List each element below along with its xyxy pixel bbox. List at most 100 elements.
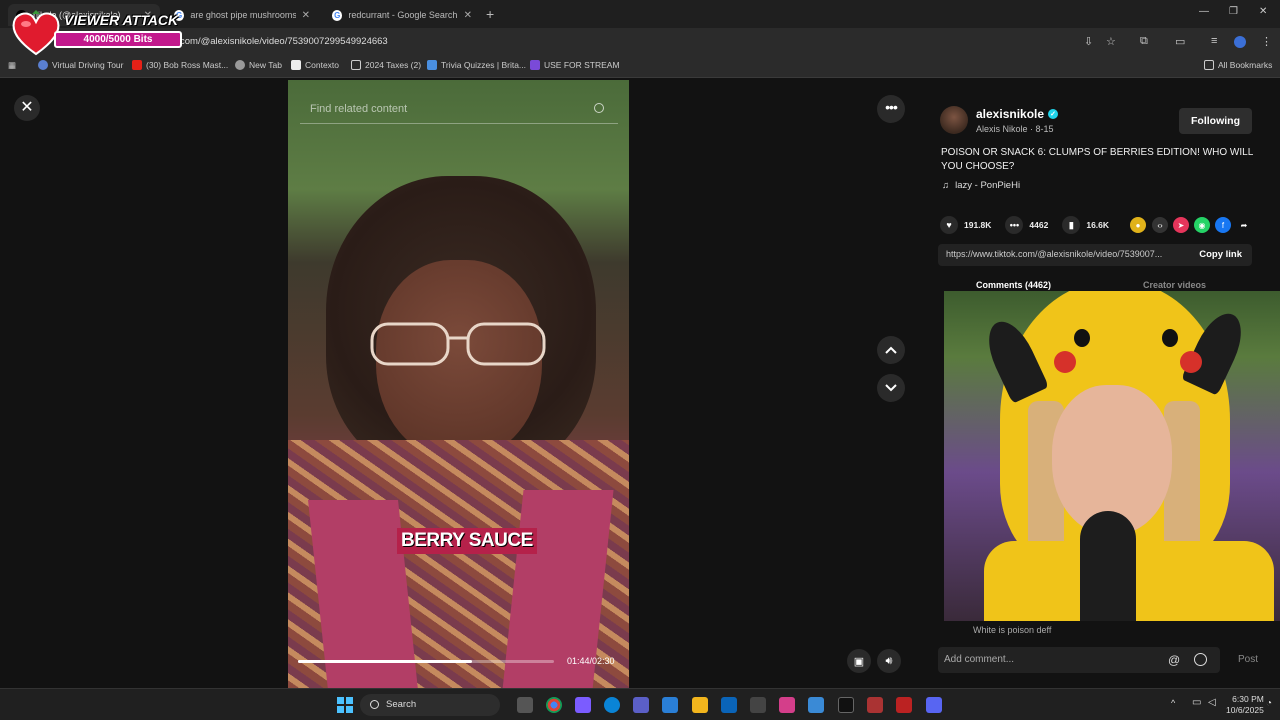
engagement-row: ♥ 191.8K ••• 4462 ▮ 16.6K (940, 216, 1123, 234)
comment-text: White is poison deff (973, 625, 1052, 635)
notification-bell-icon[interactable]: ◔ (1266, 698, 1272, 709)
globe-icon (38, 60, 48, 70)
outlook-icon[interactable] (721, 697, 737, 713)
volume-button[interactable]: 🔊︎ (877, 649, 901, 673)
clock[interactable]: 6:30 PM 10/6/2025 (1226, 694, 1264, 716)
bookmark-virtual-driving[interactable]: Virtual Driving Tour (38, 60, 124, 70)
search-icon[interactable] (594, 103, 604, 113)
copilot-icon[interactable] (575, 697, 591, 713)
close-tab-icon[interactable]: ✕ (464, 10, 472, 21)
network-icon[interactable]: ▭ (1192, 697, 1201, 708)
contexto-icon (291, 60, 301, 70)
bookmark-new-tab[interactable]: New Tab (235, 60, 282, 70)
copy-link-button[interactable]: Copy link (1199, 249, 1242, 260)
clock-date: 10/6/2025 (1226, 705, 1264, 715)
tab-creator-videos[interactable]: Creator videos (1143, 280, 1206, 290)
music-title: lazy - PonPieHi (955, 180, 1021, 191)
more-options-button[interactable]: ••• (877, 95, 905, 123)
glasses-shape (370, 322, 546, 366)
teams-icon[interactable] (633, 697, 649, 713)
video-progress-bar[interactable] (298, 660, 554, 663)
mention-icon[interactable]: @ (1168, 653, 1180, 667)
coin-share-icon[interactable]: ● (1130, 217, 1146, 233)
facebook-icon[interactable]: f (1215, 217, 1231, 233)
cast-icon[interactable]: ▭ (1175, 35, 1185, 48)
bookmark-label: All Bookmarks (1218, 60, 1273, 70)
profile-avatar-icon[interactable] (1234, 36, 1246, 48)
restore-icon[interactable]: ❐ (1229, 6, 1238, 17)
photos-icon[interactable] (662, 697, 678, 713)
comment-composer: Add comment... @ Post (938, 647, 1268, 673)
video-link-box: https://www.tiktok.com/@alexisnikole/vid… (938, 244, 1252, 266)
post-comment-button[interactable]: Post (1238, 654, 1258, 665)
previous-video-button[interactable] (877, 336, 905, 364)
app-icon[interactable] (896, 697, 912, 713)
search-icon (370, 700, 379, 709)
media-icon[interactable]: ≡ (1211, 35, 1217, 47)
app-icon[interactable] (779, 697, 795, 713)
file-explorer-icon[interactable] (692, 697, 708, 713)
trivia-icon (427, 60, 437, 70)
like-button[interactable]: ♥ 191.8K (940, 216, 991, 234)
folder-icon (1204, 60, 1214, 70)
all-bookmarks[interactable]: All Bookmarks (1204, 60, 1272, 70)
bookmark-bob-ross[interactable]: (30) Bob Ross Mast... (132, 60, 228, 70)
bookmark-trivia[interactable]: Trivia Quizzes | Brita... (427, 60, 526, 70)
edge-icon[interactable] (604, 697, 620, 713)
video-link-text[interactable]: https://www.tiktok.com/@alexisnikole/vid… (946, 249, 1186, 259)
bookmark-star-icon[interactable]: ☆ (1106, 35, 1116, 48)
bookmark-label: Contexto (305, 60, 340, 70)
taskbar-search[interactable]: Search (360, 694, 500, 716)
tab-redcurrant[interactable]: G redcurrant - Google Search ✕ (324, 4, 480, 26)
video-player[interactable]: Find related content BERRY SAUCE 01:44/0… (288, 80, 629, 688)
extensions-icon[interactable]: ⧉ (1140, 35, 1148, 48)
video-caption: BERRY SAUCE (397, 528, 537, 554)
menu-kebab-icon[interactable]: ⋮ (1261, 35, 1272, 48)
comment-button[interactable]: ••• 4462 (1005, 216, 1048, 234)
task-view-icon[interactable] (517, 697, 533, 713)
windows-start-icon[interactable] (337, 697, 353, 713)
music-row[interactable]: ♫ lazy - PonPieHi (942, 180, 1020, 191)
following-button[interactable]: Following (1179, 108, 1252, 134)
discord-icon[interactable] (926, 697, 942, 713)
save-button[interactable]: ▮ 16.6K (1062, 216, 1109, 234)
apps-grid-icon[interactable]: ▦ (8, 60, 16, 71)
close-window-icon[interactable]: ✕ (1259, 6, 1267, 17)
obs-icon[interactable] (867, 697, 883, 713)
comment-count: 4462 (1029, 220, 1049, 230)
app-icon[interactable] (808, 697, 824, 713)
volume-tray-icon[interactable]: ◁ (1208, 697, 1216, 708)
windows-taskbar: Search ^ ▭ ◁ 6:30 PM 10/6/2025 ◔ (0, 688, 1280, 720)
chrome-icon[interactable] (546, 697, 562, 713)
picture-in-picture-button[interactable]: ▣ (847, 649, 871, 673)
creator-avatar[interactable] (940, 106, 968, 134)
whatsapp-icon[interactable]: ◉ (1194, 217, 1210, 233)
bookmark-use-for-stream[interactable]: USE FOR STREAM (530, 60, 620, 70)
tab-comments[interactable]: Comments (4462) (976, 280, 1051, 290)
like-count: 191.8K (964, 220, 992, 230)
bookmark-taxes[interactable]: 2024 Taxes (2) (351, 60, 421, 70)
tab-ghost-pipe[interactable]: G are ghost pipe mushrooms edit ✕ (166, 4, 318, 26)
send-share-icon[interactable]: ➤ (1173, 217, 1189, 233)
next-video-button[interactable] (877, 374, 905, 402)
new-tab-button[interactable]: + (486, 6, 494, 22)
chevron-up-icon (885, 346, 897, 354)
bookmark-contexto[interactable]: Contexto (291, 60, 339, 70)
find-related-search[interactable]: Find related content (300, 96, 618, 124)
close-video-button[interactable]: ✕ (14, 95, 40, 121)
tray-chevron-up-icon[interactable]: ^ (1171, 698, 1175, 708)
embed-code-icon[interactable]: ‹› (1152, 217, 1168, 233)
store-icon[interactable] (750, 697, 766, 713)
share-arrow-icon[interactable]: ➦ (1236, 217, 1252, 233)
close-tab-icon[interactable]: ✕ (302, 10, 310, 21)
bookmark-label: Virtual Driving Tour (52, 60, 124, 70)
capcut-icon[interactable] (838, 697, 854, 713)
youtube-icon (132, 60, 142, 70)
url-field[interactable]: com/@alexisnikole/video/7539007299549924… (180, 33, 1060, 51)
creator-username: alexisnikole (976, 107, 1045, 121)
emoji-icon[interactable] (1194, 653, 1207, 666)
creator-username-row[interactable]: alexisnikole ✓ (976, 107, 1059, 121)
minimize-icon[interactable]: — (1199, 6, 1209, 17)
install-app-icon[interactable]: ⇩ (1084, 35, 1093, 48)
clock-time: 6:30 PM (1232, 694, 1264, 704)
